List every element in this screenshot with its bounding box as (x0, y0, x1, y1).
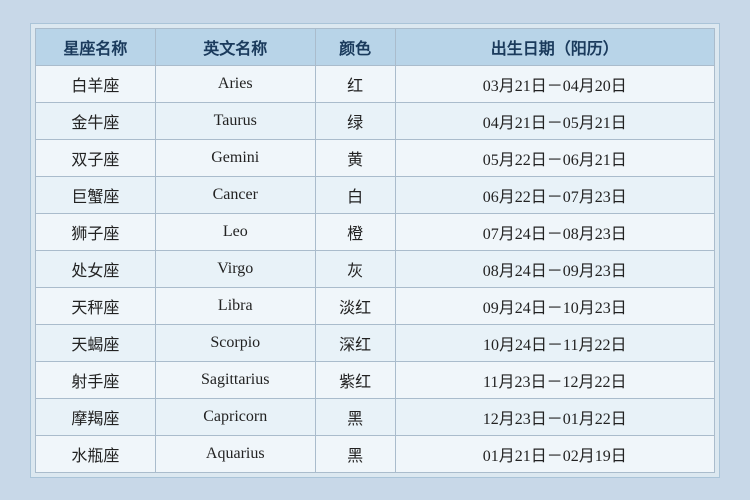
cell-color: 黑 (315, 435, 395, 472)
cell-chinese: 天秤座 (36, 287, 156, 324)
cell-date: 08月24日－09月23日 (395, 250, 714, 287)
cell-english: Virgo (155, 250, 315, 287)
cell-english: Capricorn (155, 398, 315, 435)
table-row: 摩羯座Capricorn黑12月23日－01月22日 (36, 398, 715, 435)
cell-english: Sagittarius (155, 361, 315, 398)
cell-color: 红 (315, 65, 395, 102)
cell-date: 01月21日－02月19日 (395, 435, 714, 472)
cell-color: 紫红 (315, 361, 395, 398)
cell-color: 绿 (315, 102, 395, 139)
cell-color: 白 (315, 176, 395, 213)
header-english: 英文名称 (155, 28, 315, 65)
table-row: 金牛座Taurus绿04月21日－05月21日 (36, 102, 715, 139)
cell-english: Gemini (155, 139, 315, 176)
cell-english: Aries (155, 65, 315, 102)
cell-color: 灰 (315, 250, 395, 287)
table-row: 双子座Gemini黄05月22日－06月21日 (36, 139, 715, 176)
table-header-row: 星座名称 英文名称 颜色 出生日期（阳历） (36, 28, 715, 65)
cell-date: 06月22日－07月23日 (395, 176, 714, 213)
zodiac-table: 星座名称 英文名称 颜色 出生日期（阳历） 白羊座Aries红03月21日－04… (35, 28, 715, 473)
cell-chinese: 处女座 (36, 250, 156, 287)
table-row: 水瓶座Aquarius黑01月21日－02月19日 (36, 435, 715, 472)
cell-date: 11月23日－12月22日 (395, 361, 714, 398)
cell-english: Scorpio (155, 324, 315, 361)
cell-english: Taurus (155, 102, 315, 139)
cell-date: 05月22日－06月21日 (395, 139, 714, 176)
table-row: 白羊座Aries红03月21日－04月20日 (36, 65, 715, 102)
table-row: 天蝎座Scorpio深红10月24日－11月22日 (36, 324, 715, 361)
header-chinese: 星座名称 (36, 28, 156, 65)
cell-english: Libra (155, 287, 315, 324)
cell-color: 黄 (315, 139, 395, 176)
table-row: 处女座Virgo灰08月24日－09月23日 (36, 250, 715, 287)
header-date: 出生日期（阳历） (395, 28, 714, 65)
cell-date: 10月24日－11月22日 (395, 324, 714, 361)
cell-chinese: 双子座 (36, 139, 156, 176)
cell-date: 09月24日－10月23日 (395, 287, 714, 324)
cell-english: Leo (155, 213, 315, 250)
table-row: 天秤座Libra淡红09月24日－10月23日 (36, 287, 715, 324)
cell-english: Cancer (155, 176, 315, 213)
zodiac-table-container: 星座名称 英文名称 颜色 出生日期（阳历） 白羊座Aries红03月21日－04… (30, 23, 720, 478)
cell-chinese: 水瓶座 (36, 435, 156, 472)
cell-chinese: 巨蟹座 (36, 176, 156, 213)
cell-chinese: 狮子座 (36, 213, 156, 250)
cell-color: 橙 (315, 213, 395, 250)
cell-color: 深红 (315, 324, 395, 361)
cell-chinese: 摩羯座 (36, 398, 156, 435)
cell-chinese: 金牛座 (36, 102, 156, 139)
cell-color: 黑 (315, 398, 395, 435)
table-row: 狮子座Leo橙07月24日－08月23日 (36, 213, 715, 250)
cell-chinese: 天蝎座 (36, 324, 156, 361)
table-row: 射手座Sagittarius紫红11月23日－12月22日 (36, 361, 715, 398)
cell-color: 淡红 (315, 287, 395, 324)
cell-english: Aquarius (155, 435, 315, 472)
cell-date: 07月24日－08月23日 (395, 213, 714, 250)
cell-date: 04月21日－05月21日 (395, 102, 714, 139)
cell-chinese: 射手座 (36, 361, 156, 398)
cell-date: 03月21日－04月20日 (395, 65, 714, 102)
cell-date: 12月23日－01月22日 (395, 398, 714, 435)
header-color: 颜色 (315, 28, 395, 65)
table-row: 巨蟹座Cancer白06月22日－07月23日 (36, 176, 715, 213)
cell-chinese: 白羊座 (36, 65, 156, 102)
